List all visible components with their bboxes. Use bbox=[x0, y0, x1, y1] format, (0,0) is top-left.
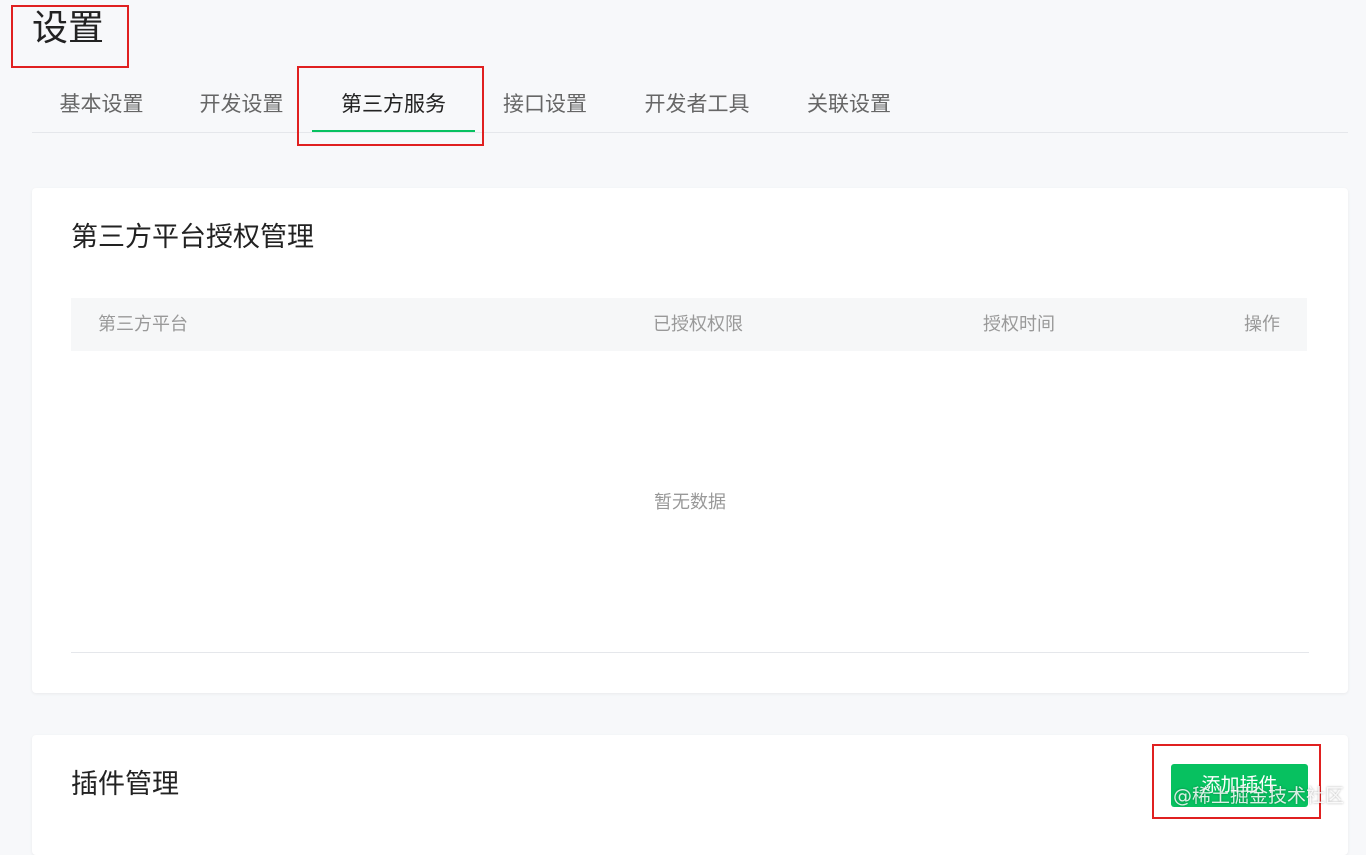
table-divider bbox=[71, 652, 1309, 653]
column-header-permissions: 已授权权限 bbox=[653, 314, 743, 335]
empty-state-text: 暂无数据 bbox=[654, 492, 726, 513]
column-header-auth-time: 授权时间 bbox=[983, 314, 1055, 335]
third-party-auth-card: 第三方平台授权管理 第三方平台 已授权权限 授权时间 操作 暂无数据 bbox=[32, 188, 1348, 693]
plugin-section-title: 插件管理 bbox=[71, 769, 179, 800]
column-header-platform: 第三方平台 bbox=[98, 314, 188, 335]
tab-linked-settings[interactable]: 关联设置 bbox=[805, 74, 893, 132]
page-title: 设置 bbox=[32, 8, 105, 49]
auth-table-header: 第三方平台 已授权权限 授权时间 操作 bbox=[71, 298, 1307, 351]
tab-basic-settings[interactable]: 基本设置 bbox=[58, 74, 145, 132]
tab-third-party-services[interactable]: 第三方服务 bbox=[312, 74, 475, 132]
tab-api-settings[interactable]: 接口设置 bbox=[501, 74, 589, 132]
tab-bar: 基本设置 开发设置 第三方服务 接口设置 开发者工具 关联设置 bbox=[32, 74, 1348, 133]
column-header-actions: 操作 bbox=[1244, 314, 1280, 335]
auth-section-title: 第三方平台授权管理 bbox=[71, 222, 314, 253]
tab-developer-tools[interactable]: 开发者工具 bbox=[642, 74, 752, 132]
active-tab-indicator bbox=[312, 130, 475, 132]
add-plugin-button[interactable]: 添加插件 bbox=[1171, 764, 1308, 807]
tab-dev-settings[interactable]: 开发设置 bbox=[198, 74, 285, 132]
plugin-management-card: 插件管理 添加插件 bbox=[32, 735, 1348, 855]
